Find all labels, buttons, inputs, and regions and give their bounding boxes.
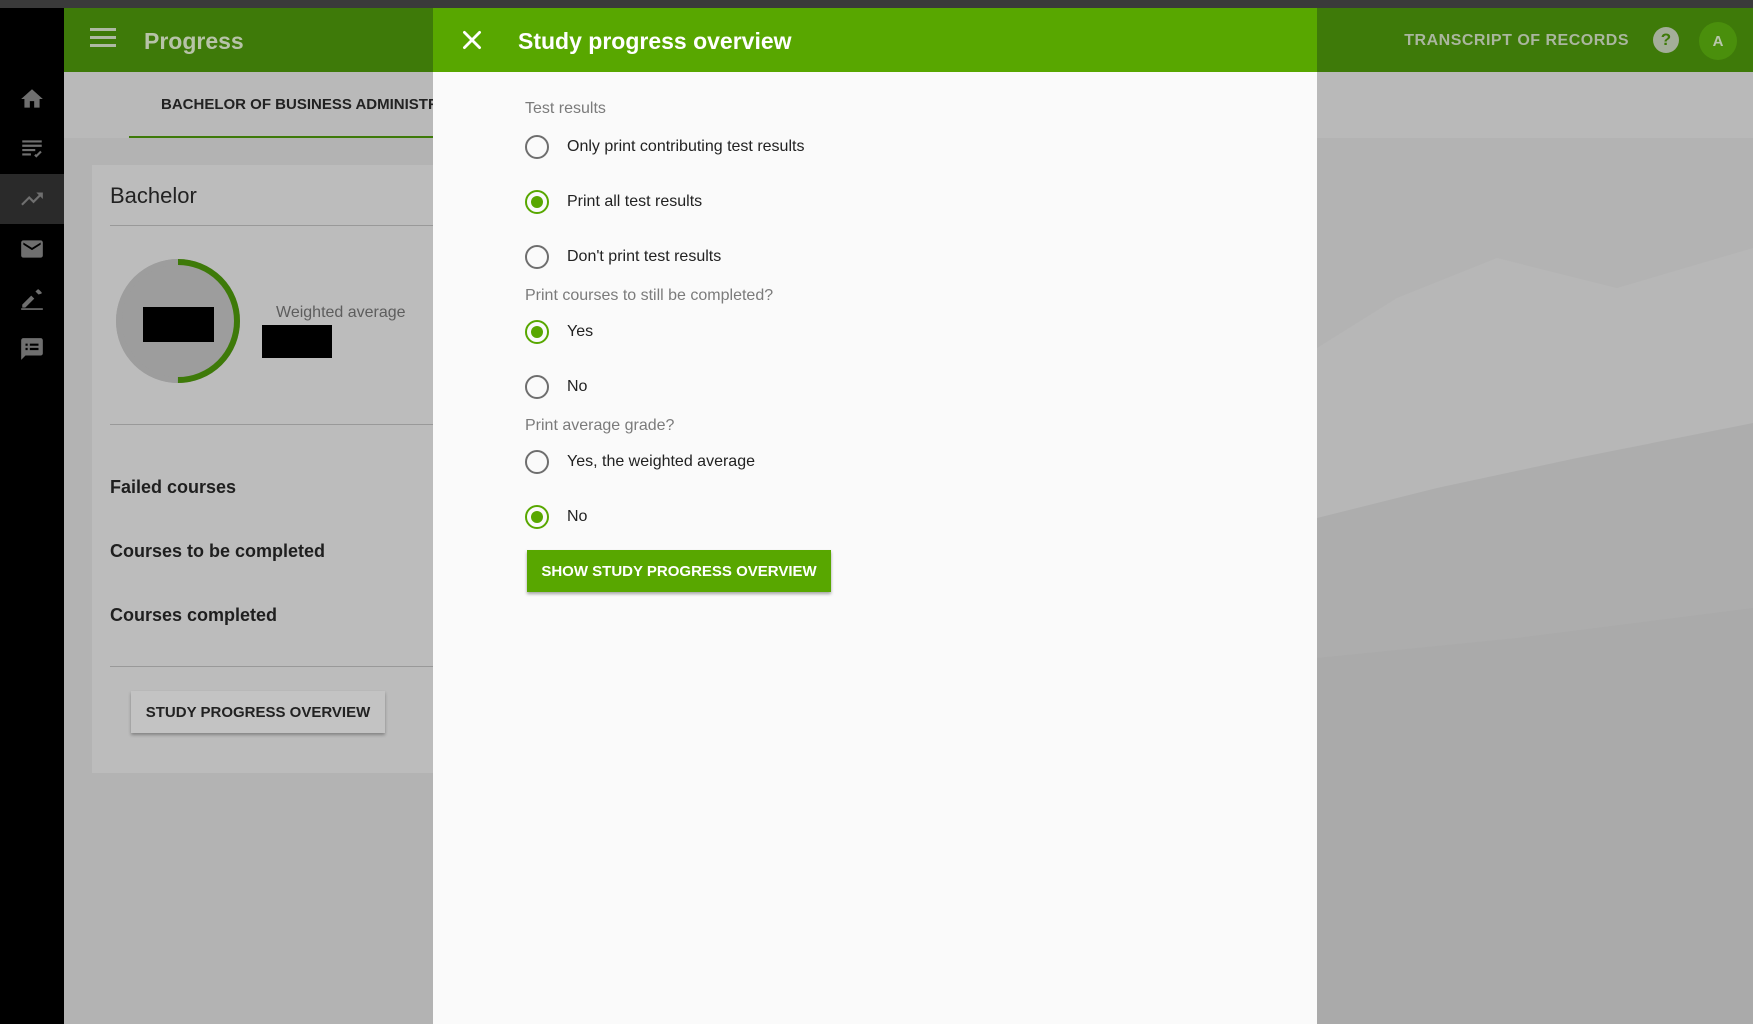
study-progress-overview-button[interactable]: STUDY PROGRESS OVERVIEW bbox=[131, 691, 385, 733]
nav-messages[interactable] bbox=[0, 224, 64, 274]
window-top-strip bbox=[0, 0, 1753, 8]
trending-up-icon bbox=[21, 192, 43, 206]
radio-button[interactable] bbox=[525, 505, 549, 529]
help-icon[interactable]: ? bbox=[1653, 27, 1679, 53]
home-icon bbox=[21, 89, 43, 108]
radio-button[interactable] bbox=[525, 190, 549, 214]
edit-icon bbox=[21, 289, 43, 310]
nav-feedback[interactable] bbox=[0, 324, 64, 374]
redacted-weighted-average bbox=[262, 325, 332, 358]
nav-home[interactable] bbox=[0, 74, 64, 124]
study-progress-dialog: Study progress overview Test results Onl… bbox=[433, 8, 1317, 1024]
radio-button[interactable] bbox=[525, 135, 549, 159]
nav-progress[interactable] bbox=[0, 174, 64, 224]
radio-only-contributing[interactable]: Only print contributing test results bbox=[525, 132, 804, 162]
page-title: Progress bbox=[144, 28, 244, 54]
nav-courses[interactable] bbox=[0, 124, 64, 174]
radio-button[interactable] bbox=[525, 245, 549, 269]
close-icon[interactable] bbox=[459, 27, 485, 53]
show-study-progress-overview-button[interactable]: SHOW STUDY PROGRESS OVERVIEW bbox=[527, 550, 831, 592]
courses-to-complete-label: Print courses to still be completed? bbox=[525, 287, 774, 304]
radio-weighted-average[interactable]: Yes, the weighted average bbox=[525, 447, 755, 477]
radio-label: Yes bbox=[567, 323, 594, 340]
radio-button[interactable] bbox=[525, 320, 549, 344]
background-decoration bbox=[1317, 138, 1753, 1024]
mail-icon bbox=[21, 240, 43, 258]
dialog-header: Study progress overview bbox=[433, 8, 1317, 72]
avatar[interactable]: A bbox=[1699, 22, 1737, 60]
radio-courses-no[interactable]: No bbox=[525, 372, 587, 402]
radio-label: No bbox=[567, 378, 588, 395]
redacted-progress-value bbox=[143, 307, 214, 342]
menu-icon[interactable] bbox=[90, 28, 116, 50]
radio-courses-yes[interactable]: Yes bbox=[525, 317, 593, 347]
radio-button[interactable] bbox=[525, 450, 549, 474]
radio-label: No bbox=[567, 508, 588, 525]
radio-average-no[interactable]: No bbox=[525, 502, 587, 532]
navigation-rail bbox=[0, 8, 64, 1024]
nav-edit[interactable] bbox=[0, 274, 64, 324]
test-results-label: Test results bbox=[525, 100, 606, 117]
average-grade-label: Print average grade? bbox=[525, 417, 675, 434]
weighted-average-label: Weighted average bbox=[276, 304, 406, 321]
dialog-title: Study progress overview bbox=[518, 28, 792, 54]
radio-label: Only print contributing test results bbox=[567, 138, 805, 155]
radio-label: Yes, the weighted average bbox=[567, 453, 755, 470]
transcript-of-records-link[interactable]: TRANSCRIPT OF RECORDS bbox=[1404, 32, 1629, 50]
courses-to-be-completed-row[interactable]: Courses to be completed bbox=[110, 541, 325, 562]
courses-completed-row[interactable]: Courses completed bbox=[110, 605, 277, 626]
assignment-icon bbox=[22, 140, 42, 158]
radio-dont-print[interactable]: Don't print test results bbox=[525, 242, 721, 272]
radio-label: Print all test results bbox=[567, 193, 703, 210]
radio-label: Don't print test results bbox=[567, 248, 722, 265]
card-title: Bachelor bbox=[110, 183, 197, 208]
failed-courses-row[interactable]: Failed courses bbox=[110, 477, 236, 498]
radio-button[interactable] bbox=[525, 375, 549, 399]
radio-print-all[interactable]: Print all test results bbox=[525, 187, 702, 217]
feedback-icon bbox=[21, 338, 43, 360]
